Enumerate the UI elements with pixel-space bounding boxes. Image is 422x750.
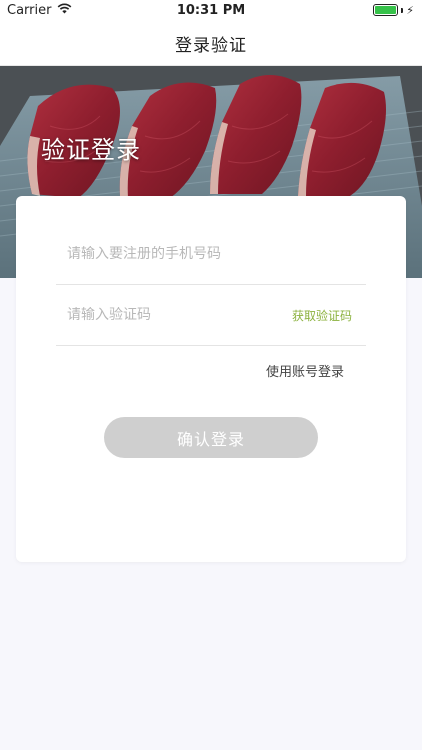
navigation-bar: 登录验证 [0, 22, 422, 66]
charging-bolt-icon: ⚡ [406, 3, 414, 17]
verification-code-field: 获取验证码 [56, 285, 366, 346]
verification-code-input[interactable] [56, 307, 292, 323]
account-login-link[interactable]: 使用账号登录 [266, 361, 344, 380]
battery-icon [373, 4, 399, 16]
phone-field [56, 224, 366, 285]
get-code-button[interactable]: 获取验证码 [292, 307, 366, 324]
status-time: 10:31 PM [176, 3, 246, 18]
confirm-login-button[interactable]: 确认登录 [104, 417, 318, 458]
login-card: 获取验证码 使用账号登录 确认登录 [16, 196, 406, 562]
hero-title: 验证登录 [41, 136, 141, 164]
status-bar: Carrier 10:31 PM ⚡ [0, 0, 422, 22]
battery-level [375, 6, 397, 14]
battery-tip [401, 7, 404, 13]
nav-title: 登录验证 [175, 36, 247, 56]
status-right: ⚡ [373, 4, 414, 16]
phone-input[interactable] [56, 246, 366, 262]
